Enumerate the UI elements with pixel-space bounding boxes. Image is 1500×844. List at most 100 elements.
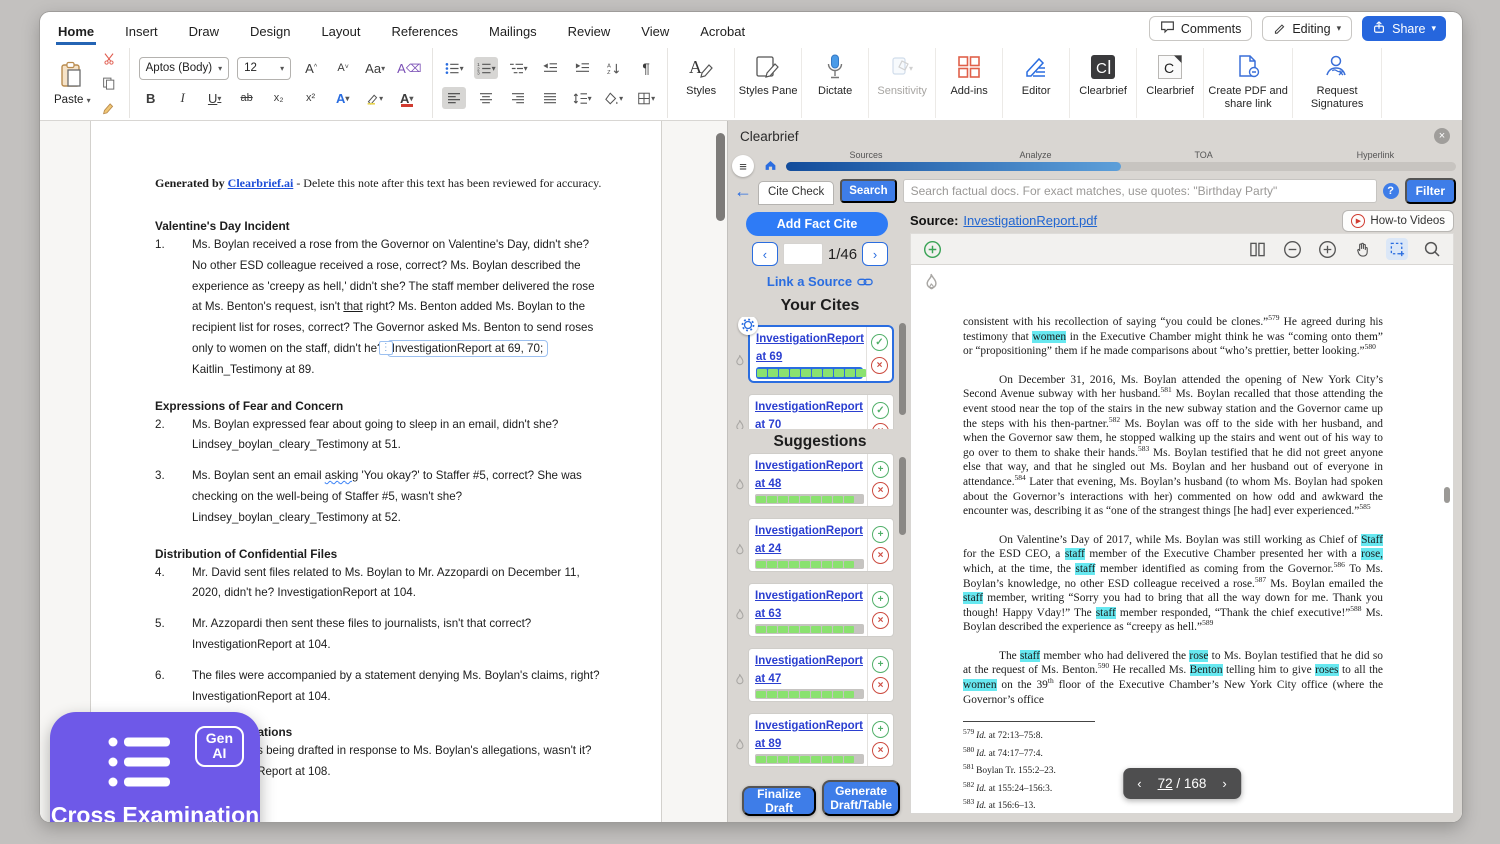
menu-tab-view[interactable]: View bbox=[639, 17, 671, 45]
generate-draft-table-button[interactable]: Generate Draft/Table bbox=[822, 780, 900, 816]
source-file-link[interactable]: InvestigationReport.pdf bbox=[963, 213, 1097, 228]
superscript-button[interactable]: x² bbox=[299, 87, 323, 109]
styles-pane-button[interactable]: Styles Pane bbox=[735, 48, 802, 118]
cite-link[interactable]: InvestigationReportat 48 bbox=[755, 460, 863, 490]
citation-content-control[interactable]: InvestigationReport at 69, 70; bbox=[387, 340, 548, 357]
menu-tab-acrobat[interactable]: Acrobat bbox=[698, 17, 747, 45]
menu-tab-mailings[interactable]: Mailings bbox=[487, 17, 539, 45]
increase-indent-button[interactable] bbox=[570, 57, 594, 79]
add-ins-button[interactable]: Add-ins bbox=[936, 48, 1003, 118]
font-name-select[interactable]: Aptos (Body)▾ bbox=[139, 57, 230, 80]
line-spacing-button[interactable]: ▾ bbox=[570, 87, 594, 109]
close-icon[interactable]: × bbox=[1434, 128, 1450, 144]
clearbrief-light-button[interactable]: CClearbrief bbox=[1137, 48, 1204, 118]
dismiss-cite-button[interactable]: × bbox=[872, 547, 889, 564]
subscript-button[interactable]: x₂ bbox=[267, 87, 291, 109]
add-cite-button[interactable]: + bbox=[872, 656, 889, 673]
suggestion-card-box[interactable]: InvestigationReportat 48 + × bbox=[748, 453, 894, 507]
dismiss-cite-button[interactable]: × bbox=[872, 677, 889, 694]
menu-tab-layout[interactable]: Layout bbox=[319, 17, 362, 45]
menu-tab-draw[interactable]: Draw bbox=[187, 17, 221, 45]
cites-scrollbar[interactable] bbox=[899, 323, 906, 415]
pdf-scrollbar[interactable] bbox=[1444, 487, 1450, 503]
suggestion-card-box[interactable]: InvestigationReportat 24 + × bbox=[748, 518, 894, 572]
add-fact-cite-button[interactable]: Add Fact Cite bbox=[746, 212, 888, 236]
search-button[interactable]: Search bbox=[840, 179, 896, 203]
menu-tab-design[interactable]: Design bbox=[248, 17, 292, 45]
dismiss-cite-button[interactable]: × bbox=[872, 482, 889, 499]
add-cite-button[interactable]: + bbox=[872, 721, 889, 738]
add-highlight-icon[interactable] bbox=[921, 238, 943, 260]
cite-link[interactable]: InvestigationReportat 63 bbox=[755, 590, 863, 620]
accept-cite-button[interactable]: ✓ bbox=[871, 334, 888, 351]
share-button[interactable]: Share ▾ bbox=[1362, 16, 1446, 41]
highlight-button[interactable]: ▾ bbox=[363, 87, 387, 109]
filter-button[interactable]: Filter bbox=[1405, 178, 1456, 204]
help-icon[interactable]: ? bbox=[1383, 183, 1399, 199]
underline-button[interactable]: U ▾ bbox=[203, 87, 227, 109]
zoom-out-icon[interactable] bbox=[1281, 238, 1303, 260]
shading-button[interactable]: ▾ bbox=[602, 87, 626, 109]
menu-tab-review[interactable]: Review bbox=[566, 17, 613, 45]
pdf-page[interactable]: consistent with his recollection of sayi… bbox=[910, 264, 1454, 814]
font-color-button[interactable]: A ▾ bbox=[395, 87, 419, 109]
cut-button[interactable] bbox=[97, 47, 121, 69]
page-prev-icon[interactable]: ‹ bbox=[1137, 776, 1141, 791]
bullet-list-button[interactable]: ▾ bbox=[442, 57, 466, 79]
editor-button[interactable]: Editor bbox=[1003, 48, 1070, 118]
cite-link[interactable]: InvestigationReportat 24 bbox=[755, 525, 863, 555]
align-center-button[interactable] bbox=[474, 87, 498, 109]
add-cite-button[interactable]: + bbox=[872, 591, 889, 608]
cite-link[interactable]: InvestigationReportat 89 bbox=[755, 720, 863, 750]
zoom-in-icon[interactable] bbox=[1316, 238, 1338, 260]
cite-card-box[interactable]: InvestigationReportat 69 ✓ × bbox=[748, 325, 894, 383]
cite-link[interactable]: InvestigationReportat 47 bbox=[755, 655, 863, 685]
reject-cite-button[interactable]: × bbox=[872, 423, 889, 429]
cite-card-box[interactable]: InvestigationReportat 70 ✓ × bbox=[748, 394, 894, 429]
suggestion-card-box[interactable]: InvestigationReportat 47 + × bbox=[748, 648, 894, 702]
clearbrief-link[interactable]: Clearbrief.ai bbox=[228, 176, 294, 190]
search-input[interactable] bbox=[903, 179, 1377, 203]
italic-button[interactable]: I bbox=[171, 87, 195, 109]
font-size-select[interactable]: 12▾ bbox=[237, 57, 291, 80]
justify-button[interactable] bbox=[538, 87, 562, 109]
menu-tab-insert[interactable]: Insert bbox=[123, 17, 160, 45]
two-page-view-icon[interactable] bbox=[1246, 238, 1268, 260]
bold-button[interactable]: B bbox=[139, 87, 163, 109]
cite-link[interactable]: InvestigationReportat 70 bbox=[755, 401, 863, 429]
suggestion-card-box[interactable]: InvestigationReportat 63 + × bbox=[748, 583, 894, 637]
dismiss-cite-button[interactable]: × bbox=[872, 742, 889, 759]
text-effects-button[interactable]: A ▾ bbox=[331, 87, 355, 109]
grow-font-button[interactable]: A^ bbox=[299, 57, 323, 79]
link-a-source-button[interactable]: Link a Source bbox=[732, 274, 908, 289]
sort-button[interactable]: AZ bbox=[602, 57, 626, 79]
add-cite-button[interactable]: + bbox=[872, 461, 889, 478]
home-icon[interactable] bbox=[764, 158, 777, 176]
clear-formatting-button[interactable]: A⌫ bbox=[395, 57, 423, 79]
suggestions-scrollbar[interactable] bbox=[899, 457, 906, 535]
borders-button[interactable]: ▾ bbox=[634, 87, 658, 109]
add-cite-button[interactable]: + bbox=[872, 526, 889, 543]
create-pdf-button[interactable]: Create PDF and share link bbox=[1204, 48, 1293, 118]
numbered-list-button[interactable]: 123▾ bbox=[474, 57, 498, 79]
reject-cite-button[interactable]: × bbox=[871, 357, 888, 374]
search-document-icon[interactable] bbox=[1421, 238, 1443, 260]
page-next-icon[interactable]: › bbox=[1222, 776, 1226, 791]
multilevel-list-button[interactable]: ▾ bbox=[506, 57, 530, 79]
copy-button[interactable] bbox=[97, 72, 121, 94]
accept-cite-button[interactable]: ✓ bbox=[872, 402, 889, 419]
cite-link[interactable]: InvestigationReportat 69 bbox=[756, 333, 864, 363]
align-left-button[interactable] bbox=[442, 87, 466, 109]
menu-hamburger-icon[interactable]: ≡ bbox=[732, 155, 754, 177]
decrease-indent-button[interactable] bbox=[538, 57, 562, 79]
show-formatting-button[interactable]: ¶ bbox=[634, 57, 658, 79]
back-arrow-icon[interactable]: ← bbox=[734, 181, 752, 202]
editing-mode-button[interactable]: Editing ▾ bbox=[1262, 16, 1352, 41]
dictate-button[interactable]: Dictate bbox=[802, 48, 869, 118]
styles-button[interactable]: AStyles bbox=[668, 48, 735, 118]
pan-hand-icon[interactable] bbox=[1351, 238, 1373, 260]
format-painter-button[interactable] bbox=[97, 97, 121, 119]
dismiss-cite-button[interactable]: × bbox=[872, 612, 889, 629]
select-area-icon[interactable] bbox=[1386, 238, 1408, 260]
pager-next-button[interactable]: › bbox=[862, 242, 888, 266]
